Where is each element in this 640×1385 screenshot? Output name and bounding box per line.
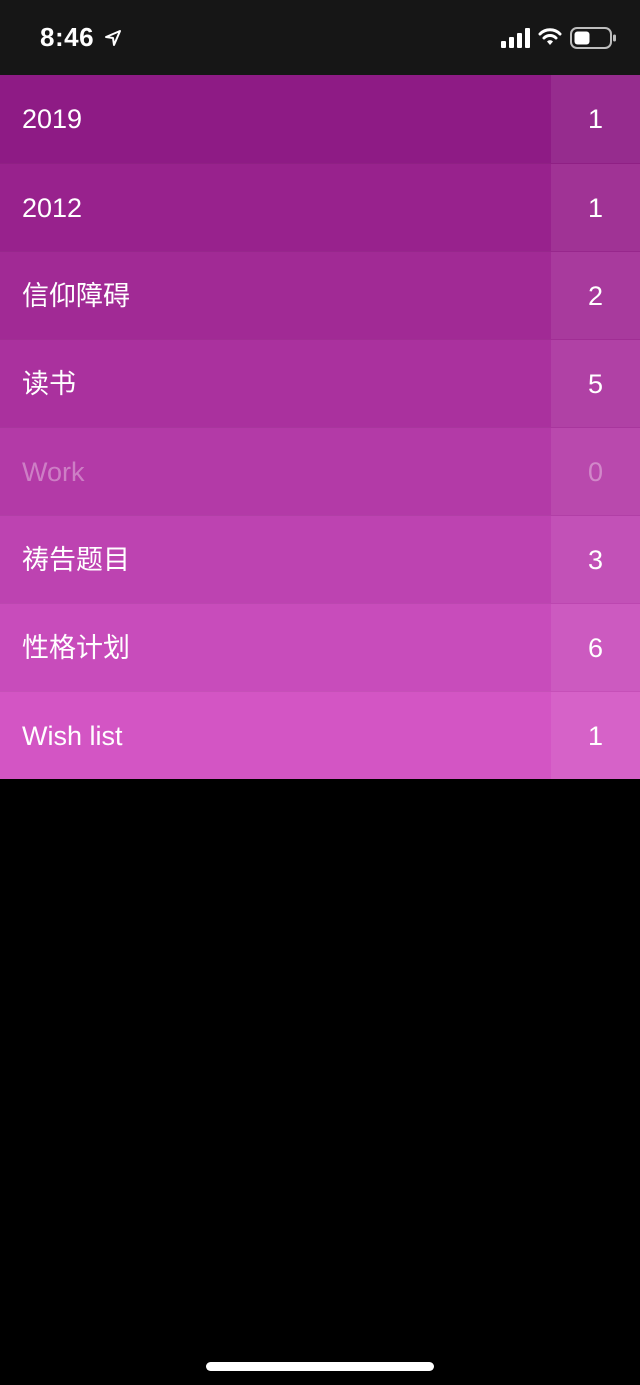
list-row[interactable]: 2019 1 [0,75,640,163]
list-row[interactable]: 读书 5 [0,339,640,427]
item-count-cell: 1 [551,164,640,251]
list-row[interactable]: 信仰障碍 2 [0,251,640,339]
status-time: 8:46 [40,22,95,52]
wifi-icon [538,28,562,45]
cellular-signal-icon [501,28,530,48]
list-row[interactable]: 性格计划 6 [0,603,640,691]
item-count-cell: 1 [551,75,640,163]
list-name: Work [22,457,85,487]
item-count-cell: 3 [551,516,640,603]
item-count: 5 [587,369,604,399]
lists-container: 2019 1 2012 1 信仰障碍 2 读书 5 Work 0 祷告题目 3 … [0,75,640,779]
item-count-cell: 1 [551,692,640,779]
list-name: 2019 [22,104,83,134]
item-count: 1 [587,104,604,134]
item-count-cell: 0 [551,428,640,515]
item-count-cell: 6 [551,604,640,691]
list-name: 2012 [22,193,83,223]
item-count: 0 [587,457,604,487]
list-name: 信仰障碍 [22,281,130,311]
list-name: 祷告题目 [22,545,130,575]
item-count: 6 [587,633,604,663]
item-count: 1 [587,721,604,751]
battery-icon [570,27,616,49]
list-name: 性格计划 [22,633,130,663]
item-count-cell: 2 [551,252,640,339]
status-bar: 8:46 [0,0,640,75]
list-row[interactable]: Wish list 1 [0,691,640,779]
item-count: 2 [587,281,604,311]
list-row[interactable]: Work 0 [0,427,640,515]
location-arrow-icon [105,30,121,46]
item-count: 1 [587,193,604,223]
item-count-cell: 5 [551,340,640,427]
list-name: 读书 [22,369,76,399]
item-count: 3 [587,545,604,575]
list-row[interactable]: 2012 1 [0,163,640,251]
home-indicator[interactable] [206,1362,434,1371]
list-name: Wish list [22,721,123,751]
list-row[interactable]: 祷告题目 3 [0,515,640,603]
